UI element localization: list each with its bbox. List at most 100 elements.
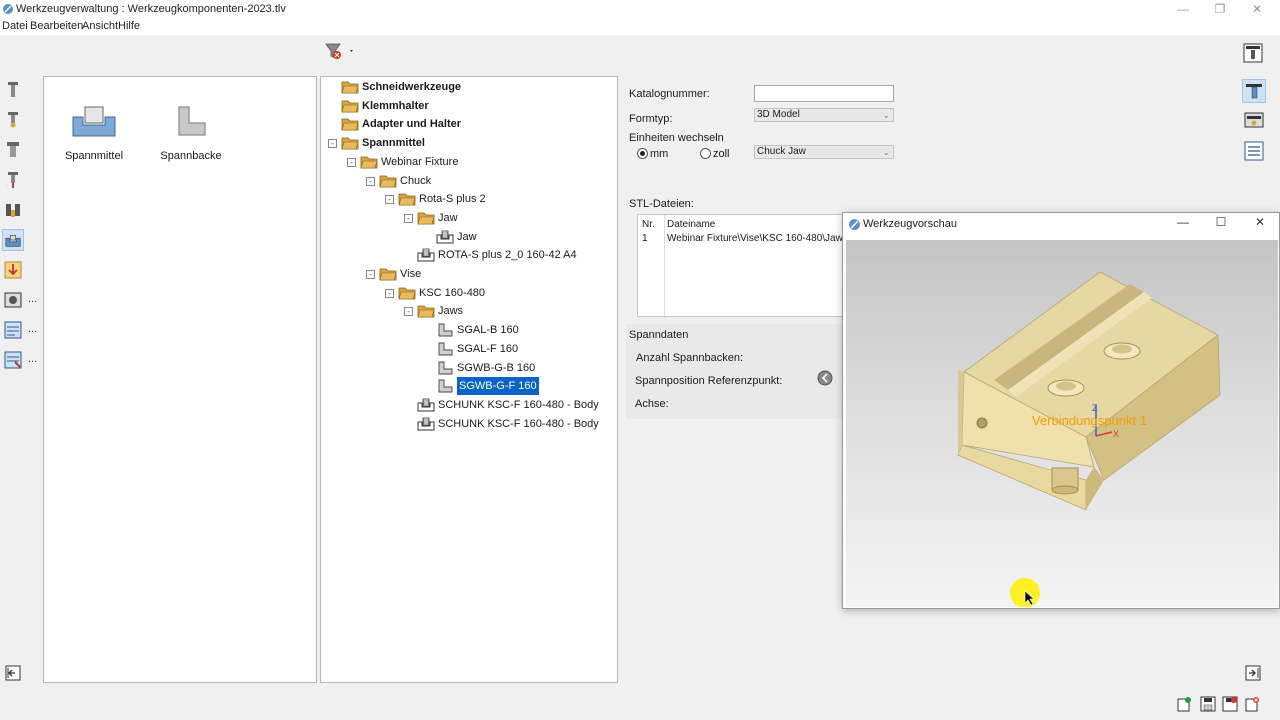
delete-icon[interactable] bbox=[1244, 696, 1260, 712]
tree-item-rota-s-plus-2-0[interactable]: ROTA-S plus 2_0 160-42 A4 bbox=[321, 246, 611, 264]
tree-item-sgwb-g-f-160[interactable]: SGWB-G-F 160 bbox=[321, 377, 611, 396]
list-edit-icon[interactable] bbox=[3, 320, 23, 340]
more-options-1[interactable]: ... bbox=[28, 293, 37, 305]
preview-title: Werkzeugvorschau bbox=[863, 218, 957, 230]
katalognummer-input[interactable] bbox=[754, 85, 894, 102]
collapse-icon[interactable]: - bbox=[328, 139, 337, 149]
expand-right-icon[interactable] bbox=[1245, 665, 1261, 681]
close-button[interactable]: ✕ bbox=[1240, 0, 1274, 19]
tree-item-schneidwerkzeuge[interactable]: Schneidwerkzeuge bbox=[321, 78, 611, 96]
tree-item-sgwb-g-b-160[interactable]: SGWB-G-B 160 bbox=[321, 359, 611, 377]
tool-settings-icon[interactable] bbox=[1243, 43, 1263, 63]
folder-icon bbox=[398, 193, 416, 206]
filter-dropdown-icon[interactable] bbox=[325, 42, 357, 62]
tree-item-klemmhalter[interactable]: Klemmhalter bbox=[321, 97, 611, 115]
jaw-part-icon bbox=[438, 361, 453, 374]
collapse-icon[interactable]: - bbox=[366, 176, 375, 186]
tree-item-schunk-body-2[interactable]: SCHUNK KSC-F 160-480 - Body bbox=[321, 415, 611, 433]
tree-item-rota-s-plus-2[interactable]: - Rota-S plus 2 bbox=[321, 190, 611, 208]
menu-hilfe[interactable]: Hilfe bbox=[118, 20, 140, 32]
tree-item-spannmittel[interactable]: - Spannmittel bbox=[321, 134, 611, 152]
menu-datei[interactable]: Datei bbox=[2, 20, 28, 32]
tree-item-jaws[interactable]: - Jaws bbox=[321, 302, 611, 320]
adapter-icon[interactable] bbox=[3, 140, 23, 160]
fixture-tab[interactable] bbox=[2, 229, 24, 251]
tree-item-jaw-folder[interactable]: - Jaw bbox=[321, 209, 611, 227]
tree-item-label: SGAL-B 160 bbox=[457, 324, 519, 337]
menu-bearbeiten[interactable]: Bearbeiten bbox=[30, 20, 83, 32]
tree-item-sgal-b-160[interactable]: SGAL-B 160 bbox=[321, 321, 611, 339]
stl-row-file: Webinar Fixture\Vise\KSC 160-480\Jaws\SG bbox=[667, 233, 866, 244]
tree-item-chuck[interactable]: - Chuck bbox=[321, 172, 611, 190]
tree-panel: Schneidwerkzeuge Klemmhalter Adapter und H… bbox=[320, 76, 618, 683]
cutting-tool-icon[interactable] bbox=[3, 80, 23, 100]
preview-close-button[interactable]: ✕ bbox=[1243, 213, 1277, 232]
chevron-left-icon[interactable] bbox=[817, 370, 833, 386]
tree-item-schunk-body-1[interactable]: SCHUNK KSC-F 160-480 - Body bbox=[321, 396, 611, 414]
tree-item-label: Jaw bbox=[438, 211, 458, 224]
tree-item-ksc-160-480[interactable]: - KSC 160-480 bbox=[321, 284, 611, 302]
preview-restore-button[interactable]: ☐ bbox=[1204, 213, 1238, 232]
tool-list-icon[interactable] bbox=[1244, 141, 1264, 161]
more-options-3[interactable]: ... bbox=[28, 353, 37, 365]
tool-assembly-icon[interactable] bbox=[3, 170, 23, 190]
save-icon[interactable] bbox=[1200, 696, 1216, 712]
collapse-icon[interactable]: - bbox=[404, 307, 413, 317]
jaw-type-select[interactable]: Chuck Jaw ⌄ bbox=[754, 145, 894, 159]
folder-icon bbox=[341, 100, 359, 113]
tree-item-label: SCHUNK KSC-F 160-480 - Body bbox=[438, 398, 599, 411]
chevron-down-icon: ⌄ bbox=[882, 110, 890, 120]
tree-item-sgal-f-160[interactable]: SGAL-F 160 bbox=[321, 340, 611, 358]
collapse-left-icon[interactable] bbox=[5, 665, 21, 681]
camera-icon[interactable] bbox=[3, 290, 23, 310]
jaw-part-icon bbox=[438, 342, 453, 356]
app-icon bbox=[849, 219, 860, 230]
more-options-2[interactable]: ... bbox=[28, 323, 37, 335]
catalog-item-spannmittel[interactable]: Spannmittel bbox=[59, 103, 129, 162]
einheiten-label: Einheiten wechseln bbox=[629, 132, 724, 144]
import-icon[interactable] bbox=[3, 260, 23, 280]
3d-viewport[interactable]: Z X Verbindungspunkt 1 bbox=[846, 240, 1278, 607]
list-export-icon[interactable] bbox=[3, 350, 23, 370]
tree-item-adapter-und-halter[interactable]: Adapter und Halter bbox=[321, 115, 611, 133]
tree-item-label: SCHUNK KSC-F 160-480 - Body bbox=[438, 417, 599, 430]
preview-minimize-button[interactable]: — bbox=[1166, 213, 1200, 232]
tree-item-vise[interactable]: - Vise bbox=[321, 265, 611, 283]
menu-ansicht[interactable]: Ansicht bbox=[82, 20, 118, 32]
tool-camera-icon[interactable] bbox=[1244, 110, 1264, 130]
axis-x-label: X bbox=[1113, 429, 1119, 439]
formtyp-select[interactable]: 3D Model ⌄ bbox=[754, 108, 894, 122]
restore-button[interactable]: ❐ bbox=[1203, 0, 1237, 19]
new-file-icon[interactable] bbox=[1176, 696, 1192, 712]
stl-table[interactable]: Nr. Dateiname 1 Webinar Fixture\Vise\KSC… bbox=[637, 214, 865, 318]
app-icon bbox=[3, 4, 13, 14]
collapse-icon[interactable]: - bbox=[385, 288, 394, 298]
collapse-icon[interactable]: - bbox=[404, 213, 413, 223]
collapse-icon[interactable]: - bbox=[385, 195, 394, 205]
tree-item-label: Webinar Fixture bbox=[381, 155, 459, 168]
tool-view-tab[interactable] bbox=[1242, 79, 1266, 103]
holder-icon[interactable] bbox=[3, 110, 23, 130]
katalognummer-label: Katalognummer: bbox=[629, 88, 710, 100]
tree-item-jaw[interactable]: Jaw bbox=[321, 228, 611, 246]
save-close-icon[interactable] bbox=[1222, 696, 1238, 712]
folder-icon bbox=[398, 287, 416, 300]
formtyp-label: Formtyp: bbox=[629, 113, 673, 125]
preview-window[interactable]: Werkzeugvorschau — ☐ ✕ Z X Verbindungspu… bbox=[842, 212, 1280, 609]
tree-item-label: SGWB-G-F 160 bbox=[457, 377, 539, 396]
unit-zoll-radio[interactable] bbox=[700, 148, 711, 159]
collapse-icon[interactable]: - bbox=[366, 270, 375, 279]
jaw-type-value: Chuck Jaw bbox=[757, 146, 806, 157]
catalog-item-label: Spannmittel bbox=[64, 150, 124, 162]
stl-col-dateiname: Dateiname bbox=[667, 219, 716, 230]
collapse-icon[interactable]: - bbox=[347, 157, 356, 167]
collet-icon[interactable] bbox=[3, 200, 23, 220]
catalog-item-spannbacke[interactable]: Spannbacke bbox=[156, 103, 226, 162]
stl-label: STL-Dateien: bbox=[629, 198, 694, 210]
tree-item-webinar-fixture[interactable]: - Webinar Fixture bbox=[321, 153, 611, 171]
unit-mm-radio[interactable] bbox=[637, 148, 648, 159]
formtyp-value: 3D Model bbox=[757, 109, 800, 120]
minimize-button[interactable]: — bbox=[1166, 0, 1200, 19]
jaw-large-icon bbox=[178, 106, 206, 136]
folder-icon bbox=[341, 81, 359, 94]
